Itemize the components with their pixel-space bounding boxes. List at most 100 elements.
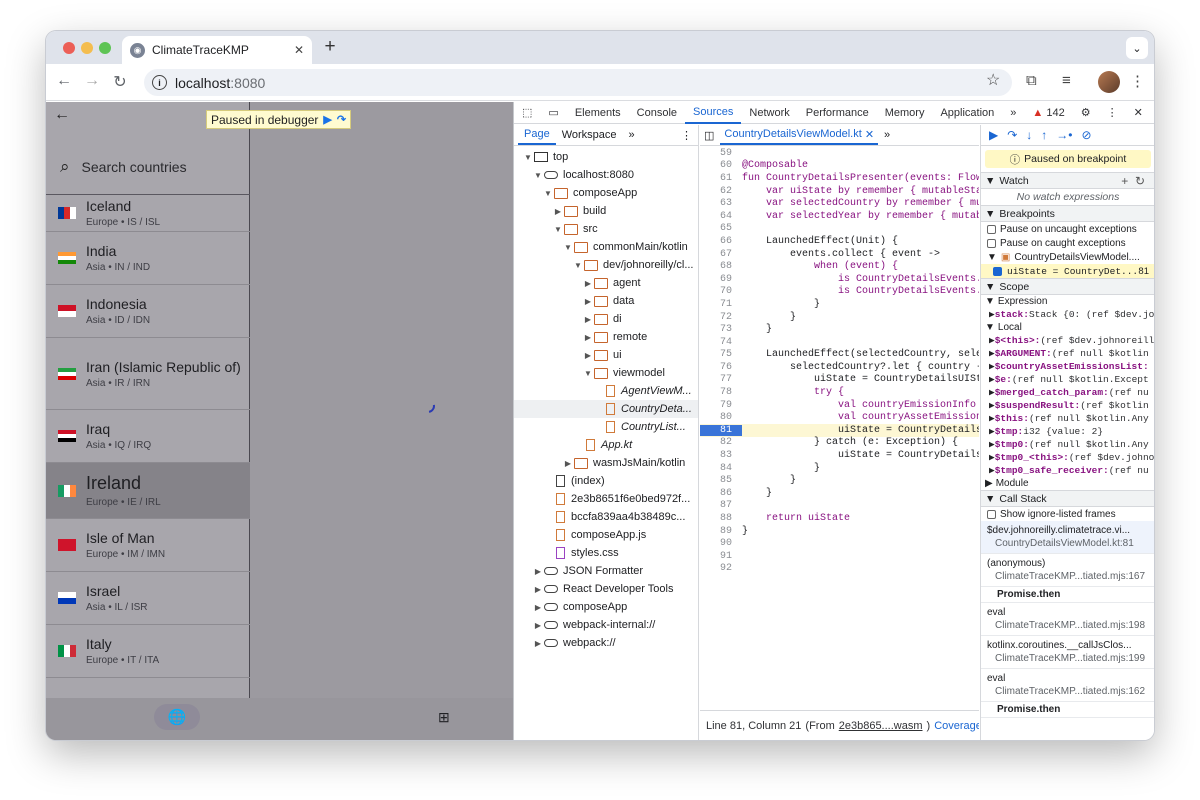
tree-item[interactable]: ▶ ui [514, 346, 698, 364]
back-button[interactable]: ← [54, 72, 74, 90]
step-into-icon[interactable]: ↓ [1026, 128, 1032, 142]
tree-item[interactable]: ▶ di [514, 310, 698, 328]
code-line[interactable]: 75 LaunchedEffect(selectedCountry, selec… [700, 349, 979, 362]
code-line[interactable]: 85 } [700, 474, 979, 487]
step-out-icon[interactable]: ↑ [1041, 128, 1047, 142]
call-frame[interactable]: eval ClimateTraceKMP...tiated.mjs:198 [981, 603, 1154, 636]
profile-avatar[interactable] [1098, 71, 1120, 93]
scope-variable[interactable]: ▶ $this: (ref null $kotlin.Any [981, 412, 1154, 425]
code-line[interactable]: 64 var selectedYear by remember { mutabl… [700, 210, 979, 223]
code-line[interactable]: 78 try { [700, 386, 979, 399]
settings-gear-icon[interactable]: ⚙ [1073, 102, 1099, 124]
navigator-menu-icon[interactable]: ⋮ [675, 125, 698, 145]
scope-variable[interactable]: ▶ $tmp0: (ref null $kotlin.Any [981, 438, 1154, 451]
line-number[interactable]: 64 [700, 211, 742, 222]
line-number[interactable]: 60 [700, 160, 742, 171]
line-number[interactable]: 75 [700, 349, 742, 360]
line-number[interactable]: 71 [700, 299, 742, 310]
tab-elements[interactable]: Elements [567, 102, 629, 124]
forward-button[interactable]: → [82, 72, 102, 90]
country-list-item[interactable]: Indonesia Asia • ID / IDN [46, 285, 250, 338]
line-number[interactable]: 92 [700, 563, 742, 574]
checkbox[interactable] [987, 509, 996, 519]
line-number[interactable]: 65 [700, 223, 742, 234]
code-line[interactable]: 66 LaunchedEffect(Unit) { [700, 235, 979, 248]
country-list-item[interactable]: Ireland Europe • IE / IRL [46, 463, 250, 519]
step-over-icon[interactable]: ↷ [337, 113, 346, 126]
line-number[interactable]: 85 [700, 475, 742, 486]
coverage-label[interactable]: Coverage: n [934, 720, 979, 732]
line-number[interactable]: 77 [700, 374, 742, 385]
tree-item[interactable]: bccfa839aa4b38489c... [514, 508, 698, 526]
tree-item[interactable]: ▶ React Developer Tools [514, 580, 698, 598]
line-number[interactable]: 80 [700, 412, 742, 423]
code-line[interactable]: 62 var uiState by remember { mutableStat… [700, 185, 979, 198]
country-list-item[interactable]: Jamaica [46, 678, 250, 699]
code-line[interactable]: 86 } [700, 487, 979, 500]
add-watch-icon[interactable]: + ↻ [1121, 174, 1145, 188]
checkbox[interactable] [987, 224, 996, 234]
country-list-item[interactable]: Iran (Islamic Republic of) Asia • IR / IR… [46, 338, 250, 410]
new-tab-button[interactable]: + [318, 36, 342, 58]
show-ignore-listed-option[interactable]: Show ignore-listed frames [981, 507, 1154, 521]
code-line[interactable]: 82 } catch (e: Exception) { [700, 437, 979, 450]
code-line[interactable]: 74 [700, 336, 979, 349]
line-number[interactable]: 59 [700, 148, 742, 159]
breakpoint-file[interactable]: ▼ ▣ CountryDetailsViewModel.... [981, 250, 1154, 264]
toggle-navigator-icon[interactable]: ◫ [704, 129, 714, 142]
close-tab-icon[interactable]: ✕ [294, 43, 304, 57]
browser-tab[interactable]: ◉ ClimateTraceKMP ✕ [122, 36, 312, 64]
scope-variable[interactable]: ▶ $tmp0_safe_receiver: (ref nu [981, 464, 1154, 477]
source-wasm-link[interactable]: 2e3b865....wasm [839, 720, 923, 732]
reload-button[interactable]: ↻ [110, 72, 130, 92]
code-line[interactable]: 70 is CountryDetailsEvents.Set [700, 286, 979, 299]
step-over-icon[interactable]: ↷ [1007, 128, 1017, 142]
pause-uncaught-option[interactable]: Pause on uncaught exceptions [981, 222, 1154, 236]
bookmark-star-icon[interactable]: ☆ [986, 70, 1000, 90]
callstack-section-header[interactable]: ▼ Call Stack [981, 490, 1154, 507]
line-number[interactable]: 89 [700, 526, 742, 537]
media-controls-icon[interactable]: ≡ [1062, 72, 1071, 89]
local-scope[interactable]: ▼ Local [981, 321, 1154, 334]
code-line[interactable]: 68 when (event) { [700, 260, 979, 273]
inspect-element-icon[interactable]: ⬚ [514, 102, 540, 124]
tab-network[interactable]: Network [741, 102, 797, 124]
module-scope[interactable]: ▶ Module [981, 477, 1154, 490]
code-lines[interactable]: 59 60 @Composable 61 fun CountryDetailsPrese… [700, 147, 979, 710]
scope-variable[interactable]: ▶ $ARGUMENT: (ref null $kotlin [981, 347, 1154, 360]
scope-variable[interactable]: ▶ $e: (ref null $kotlin.Except [981, 373, 1154, 386]
code-line[interactable]: 83 uiState = CountryDetailsUIS [700, 449, 979, 462]
tab-memory[interactable]: Memory [877, 102, 933, 124]
call-frame[interactable]: eval ClimateTraceKMP...tiated.mjs:162 [981, 669, 1154, 702]
tree-item[interactable]: App.kt [514, 436, 698, 454]
country-list-item[interactable]: Isle of Man Europe • IM / IMN [46, 519, 250, 572]
tree-item[interactable]: ▶ wasmJsMain/kotlin [514, 454, 698, 472]
code-line[interactable]: 79 val countryEmissionInfo = c [700, 399, 979, 412]
more-menu-icon[interactable]: ⋮ [1130, 72, 1145, 90]
line-number[interactable]: 70 [700, 286, 742, 297]
scope-variable[interactable]: ▶ $<this>: (ref $dev.johnoreill [981, 334, 1154, 347]
line-number[interactable]: 83 [700, 450, 742, 461]
minimize-window-button[interactable] [81, 42, 93, 54]
scope-variable[interactable]: ▶ $suspendResult: (ref $kotlin [981, 399, 1154, 412]
extensions-icon[interactable]: ⧉ [1026, 72, 1037, 89]
deactivate-breakpoints-icon[interactable]: ⊘ [1082, 128, 1092, 142]
line-number[interactable]: 88 [700, 513, 742, 524]
tree-item[interactable]: ▶ JSON Formatter [514, 562, 698, 580]
tree-item[interactable]: ▶ data [514, 292, 698, 310]
scope-variable[interactable]: ▶ stack: Stack {0: (ref $dev.jo [981, 308, 1154, 321]
back-arrow-icon[interactable]: ← [54, 106, 70, 124]
address-bar[interactable]: i localhost:8080 [144, 69, 1012, 96]
scope-section-header[interactable]: ▼ Scope [981, 278, 1154, 295]
tab-search-button[interactable]: ⌄ [1126, 37, 1148, 59]
scope-variable[interactable]: ▶ $tmp: i32 {value: 2} [981, 425, 1154, 438]
close-editor-tab-icon[interactable]: ✕ [865, 128, 874, 141]
line-number[interactable]: 78 [700, 387, 742, 398]
line-number[interactable]: 81 [700, 424, 742, 436]
tab-performance[interactable]: Performance [798, 102, 877, 124]
more-navigator-tabs[interactable]: » [623, 125, 641, 145]
scope-variable[interactable]: ▶ $countryAssetEmissionsList: [981, 360, 1154, 373]
code-line[interactable]: 87 [700, 500, 979, 513]
nav-hierarchy-button[interactable]: ⊞ [438, 709, 450, 726]
code-line[interactable]: 80 val countryAssetEmissionsLis [700, 411, 979, 424]
